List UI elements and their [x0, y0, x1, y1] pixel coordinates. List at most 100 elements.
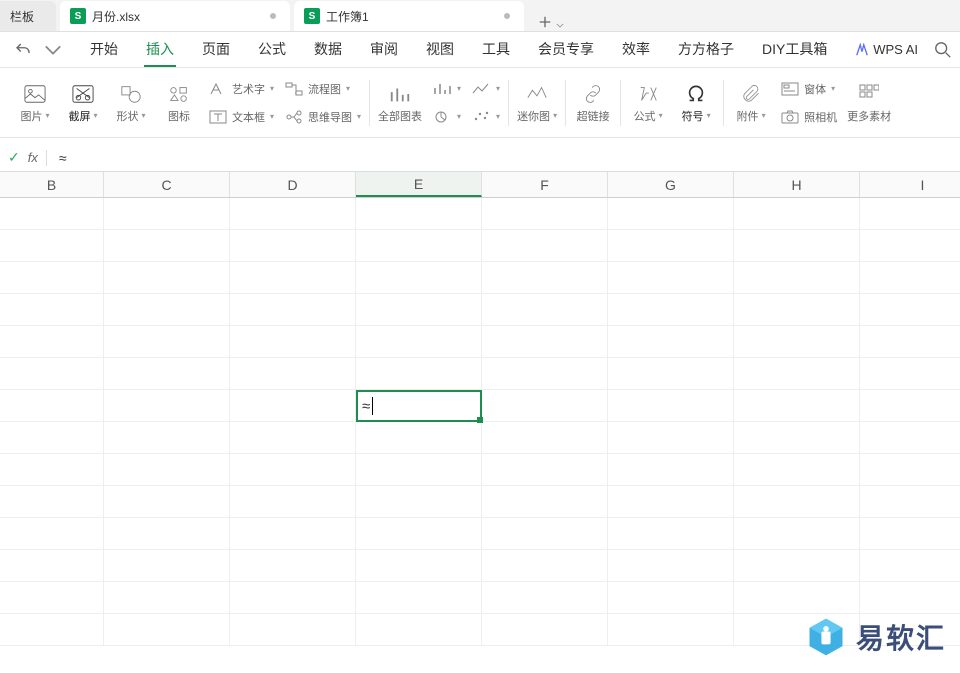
cell[interactable]: [482, 582, 608, 613]
cell[interactable]: [860, 454, 960, 485]
shapes-button[interactable]: 形状▾: [112, 82, 150, 124]
cell[interactable]: [0, 454, 104, 485]
hyperlink-button[interactable]: 超链接: [574, 82, 612, 124]
active-cell[interactable]: ≈: [356, 390, 482, 422]
cell[interactable]: [0, 582, 104, 613]
cell[interactable]: [104, 230, 230, 261]
cell[interactable]: [104, 518, 230, 549]
table-row[interactable]: [0, 518, 960, 550]
menu-fangfang[interactable]: 方方格子: [676, 33, 736, 67]
cell[interactable]: [230, 454, 356, 485]
menu-member[interactable]: 会员专享: [536, 33, 596, 67]
cell[interactable]: [104, 550, 230, 581]
cell[interactable]: [860, 326, 960, 357]
cell[interactable]: [860, 294, 960, 325]
menu-page[interactable]: 页面: [200, 33, 232, 67]
cell[interactable]: [356, 550, 482, 581]
cell[interactable]: [356, 422, 482, 453]
table-row[interactable]: [0, 262, 960, 294]
cell[interactable]: [860, 550, 960, 581]
cell[interactable]: [104, 326, 230, 357]
menu-diy[interactable]: DIY工具箱: [760, 33, 829, 67]
cell[interactable]: [482, 262, 608, 293]
cell[interactable]: [860, 198, 960, 229]
cell[interactable]: [608, 198, 734, 229]
cell[interactable]: [230, 230, 356, 261]
undo-dropdown[interactable]: [38, 41, 68, 59]
cell[interactable]: [860, 582, 960, 613]
cell[interactable]: [104, 390, 230, 421]
cell[interactable]: [482, 518, 608, 549]
cell[interactable]: [608, 422, 734, 453]
cell[interactable]: [482, 614, 608, 645]
cell[interactable]: [104, 422, 230, 453]
attachment-button[interactable]: 附件▾: [732, 82, 770, 124]
cell[interactable]: [0, 198, 104, 229]
flowchart-button[interactable]: 流程图▾: [284, 77, 361, 101]
cell[interactable]: [860, 230, 960, 261]
cell[interactable]: [104, 614, 230, 645]
tab-template-partial[interactable]: 栏板: [0, 1, 56, 31]
cell[interactable]: [356, 294, 482, 325]
cell[interactable]: [608, 486, 734, 517]
cell[interactable]: [230, 582, 356, 613]
tab-file-1[interactable]: S 月份.xlsx: [60, 1, 290, 31]
cell[interactable]: [356, 582, 482, 613]
col-header[interactable]: H: [734, 172, 860, 197]
cell[interactable]: [356, 614, 482, 645]
cell[interactable]: [104, 358, 230, 389]
cell[interactable]: [230, 326, 356, 357]
cell[interactable]: [608, 262, 734, 293]
cell[interactable]: [734, 550, 860, 581]
cell[interactable]: [860, 486, 960, 517]
cell[interactable]: [230, 486, 356, 517]
sparkline-button[interactable]: 迷你图▾: [517, 82, 557, 124]
cell[interactable]: [608, 614, 734, 645]
menu-start[interactable]: 开始: [88, 33, 120, 67]
cell[interactable]: [734, 262, 860, 293]
cell[interactable]: [608, 454, 734, 485]
cell[interactable]: [356, 454, 482, 485]
cell[interactable]: [482, 486, 608, 517]
tab-more-dropdown[interactable]: [556, 16, 568, 31]
cell[interactable]: [734, 326, 860, 357]
form-control-button[interactable]: 窗体▾: [780, 77, 837, 101]
col-header[interactable]: C: [104, 172, 230, 197]
cell[interactable]: [356, 198, 482, 229]
cell[interactable]: [230, 390, 356, 421]
new-tab-button[interactable]: [536, 13, 554, 31]
cell[interactable]: [104, 454, 230, 485]
cell[interactable]: [230, 358, 356, 389]
cell[interactable]: [104, 262, 230, 293]
menu-view[interactable]: 视图: [424, 33, 456, 67]
table-row[interactable]: [0, 454, 960, 486]
cell[interactable]: [0, 358, 104, 389]
all-charts-button[interactable]: 全部图表: [378, 82, 422, 124]
cell[interactable]: [0, 230, 104, 261]
icons-button[interactable]: 图标: [160, 82, 198, 124]
cell[interactable]: [860, 422, 960, 453]
tab-file-2[interactable]: S 工作簿1: [294, 1, 524, 31]
cell[interactable]: [0, 262, 104, 293]
cell[interactable]: [356, 486, 482, 517]
cell[interactable]: [230, 518, 356, 549]
cell[interactable]: [608, 294, 734, 325]
table-row[interactable]: [0, 326, 960, 358]
menu-efficiency[interactable]: 效率: [620, 33, 652, 67]
cell[interactable]: [734, 390, 860, 421]
mindmap-button[interactable]: 思维导图▾: [284, 105, 361, 129]
cell[interactable]: [734, 294, 860, 325]
cell[interactable]: [0, 518, 104, 549]
cell[interactable]: [230, 422, 356, 453]
undo-button[interactable]: [8, 41, 38, 59]
cell[interactable]: [608, 582, 734, 613]
col-header[interactable]: I: [860, 172, 960, 197]
textbox-button[interactable]: 文本框▾: [208, 105, 274, 129]
cell[interactable]: [104, 294, 230, 325]
menu-tools[interactable]: 工具: [480, 33, 512, 67]
menu-formula[interactable]: 公式: [256, 33, 288, 67]
cell[interactable]: [734, 454, 860, 485]
col-header[interactable]: D: [230, 172, 356, 197]
wordart-button[interactable]: 艺术字▾: [208, 77, 274, 101]
cell[interactable]: [356, 326, 482, 357]
